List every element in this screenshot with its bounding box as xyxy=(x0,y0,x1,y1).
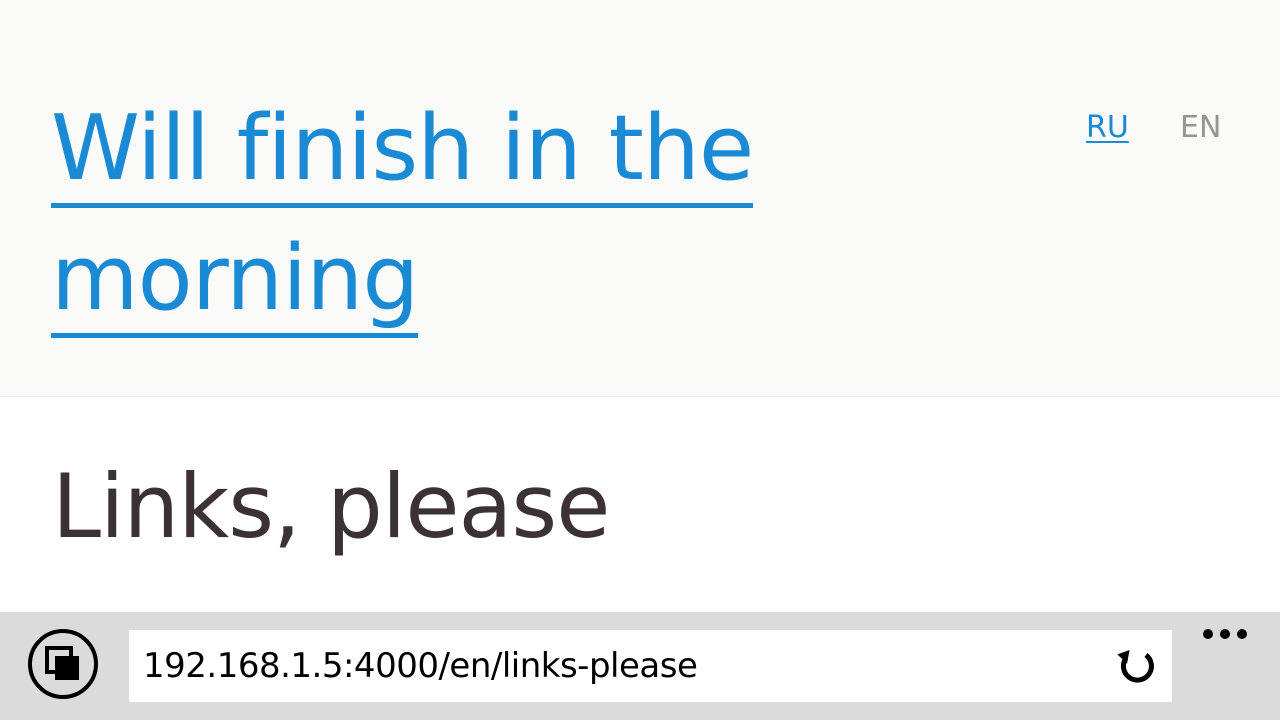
site-title-link[interactable]: Will finish in the morning xyxy=(51,96,754,338)
site-title: Will finish in the morning xyxy=(51,84,851,344)
browser-address-bar: 192.168.1.5:4000/en/links-please xyxy=(0,612,1280,720)
page-title: Links, please xyxy=(52,455,610,558)
address-text: 192.168.1.5:4000/en/links-please xyxy=(143,646,698,686)
tabs-icon xyxy=(45,646,79,680)
more-icon[interactable] xyxy=(1200,622,1250,646)
language-link-ru[interactable]: RU xyxy=(1086,110,1129,146)
site-header: Will finish in the morning RU EN xyxy=(0,0,1280,397)
refresh-icon[interactable] xyxy=(1116,646,1156,686)
tabs-button[interactable] xyxy=(28,629,98,699)
language-link-en[interactable]: EN xyxy=(1180,110,1221,146)
address-field[interactable]: 192.168.1.5:4000/en/links-please xyxy=(129,630,1172,702)
